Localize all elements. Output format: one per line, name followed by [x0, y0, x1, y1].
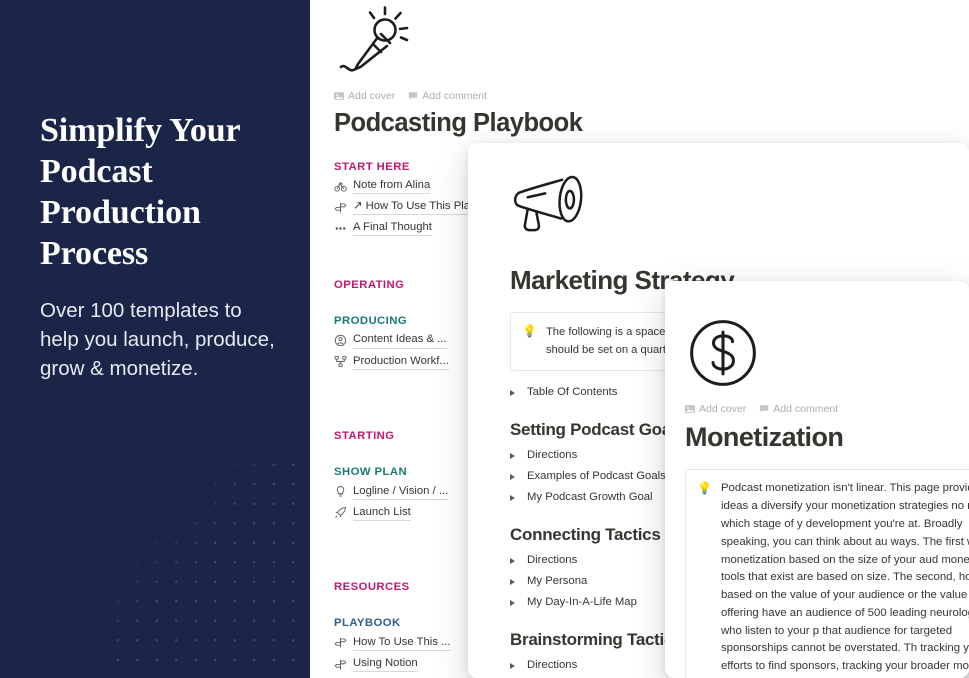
promo-subheadline: Over 100 templates to help you launch, p… — [40, 299, 275, 381]
nav-item-label: Content Ideas & ... — [353, 332, 447, 349]
add-cover-label: Add cover — [348, 90, 396, 102]
add-comment-button[interactable]: Add comment — [759, 403, 838, 415]
signpost-icon — [334, 636, 347, 649]
page-meta-actions: Add cover Add comment — [334, 90, 969, 102]
toggle-label: Directions — [527, 553, 578, 566]
person-circle-icon — [334, 334, 347, 347]
card-title-monetization: Monetization — [685, 422, 844, 452]
nav-item-label: Using Notion — [353, 656, 418, 673]
toggle-label: Examples of Podcast Goals — [527, 469, 666, 482]
dot-grid-decoration — [108, 455, 310, 678]
image-icon — [685, 404, 695, 414]
chevron-right-icon — [510, 473, 518, 480]
add-comment-button[interactable]: Add comment — [408, 90, 487, 102]
image-icon — [334, 91, 344, 101]
toggle-label: Directions — [527, 658, 578, 671]
nav-item-label: Production Workf... — [353, 354, 449, 370]
toggle-label: My Podcast Growth Goal — [527, 490, 653, 503]
nav-item-label: How To Use This ... — [353, 635, 451, 651]
chevron-right-icon — [510, 494, 518, 501]
rocket-icon — [334, 506, 347, 519]
bicycle-icon — [334, 180, 347, 193]
add-cover-button[interactable]: Add cover — [334, 90, 395, 102]
chevron-right-icon — [510, 599, 518, 606]
chevron-right-icon — [510, 557, 518, 564]
lightbulb-icon — [334, 485, 347, 498]
signpost-icon — [334, 658, 347, 671]
promo-headline: Simplify Your Podcast Production Process — [40, 112, 240, 273]
ellipsis-icon — [334, 222, 347, 235]
chevron-right-icon — [510, 389, 518, 396]
signpost-icon — [334, 201, 347, 214]
toggle-label: My Day-In-A-Life Map — [527, 595, 637, 608]
add-comment-label: Add comment — [422, 90, 488, 102]
page-title: Podcasting Playbook — [334, 109, 583, 137]
add-comment-label: Add comment — [773, 403, 839, 415]
comment-icon — [408, 91, 418, 101]
nav-item-label: A Final Thought — [353, 220, 432, 237]
lightbulb-icon: 💡 — [522, 324, 537, 339]
chevron-right-icon — [510, 452, 518, 459]
toggle-label: Directions — [527, 448, 578, 461]
toggle-label: My Persona — [527, 574, 588, 587]
add-cover-label: Add cover — [699, 403, 747, 415]
nav-item-label: Logline / Vision / ... — [353, 484, 449, 500]
chevron-right-icon — [510, 578, 518, 585]
add-cover-button[interactable]: Add cover — [685, 403, 746, 415]
monetization-meta-actions: Add cover Add comment — [685, 403, 969, 415]
monetization-callout: 💡 Podcast monetization isn't linear. Thi… — [685, 469, 969, 678]
comment-icon — [759, 404, 769, 414]
chevron-right-icon — [510, 662, 518, 669]
microphone-icon — [334, 6, 412, 82]
nav-item-label: Note from Alina — [353, 178, 431, 195]
promo-panel: Simplify Your Podcast Production Process… — [0, 0, 310, 678]
lightbulb-icon: 💡 — [697, 481, 712, 496]
monetization-card[interactable]: Add cover Add comment Monetization 💡 Pod… — [665, 281, 969, 678]
monetization-callout-text: Podcast monetization isn't linear. This … — [720, 482, 969, 678]
dollar-circle-icon — [685, 315, 763, 393]
toggle-label: Table Of Contents — [527, 385, 618, 398]
nav-item-label: Launch List — [353, 505, 411, 521]
megaphone-icon — [510, 173, 592, 239]
workflow-icon — [334, 355, 347, 368]
